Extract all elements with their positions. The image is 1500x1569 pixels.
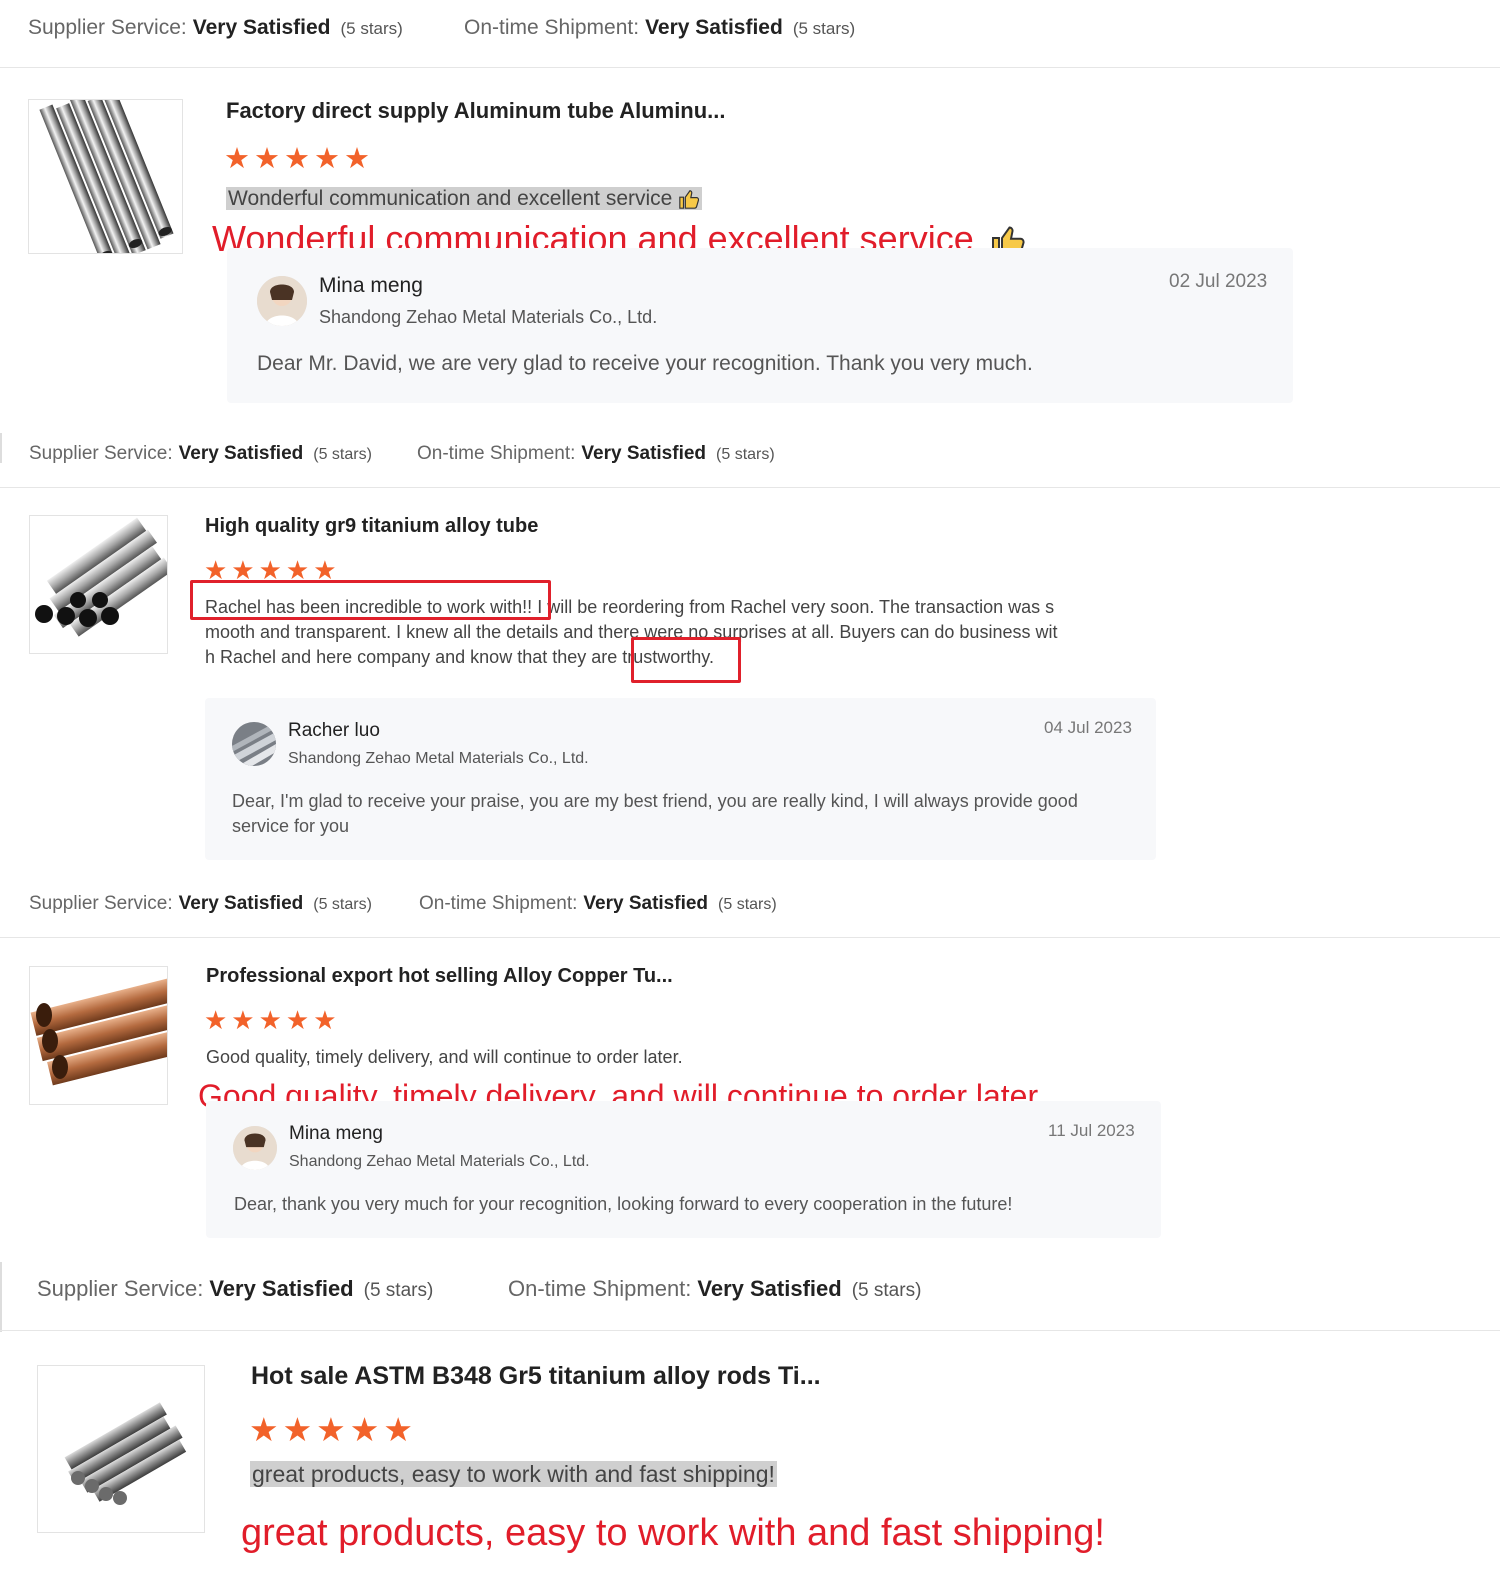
review-text: Good quality, timely delivery, and will … — [206, 1047, 683, 1067]
reply-company[interactable]: Shandong Zehao Metal Materials Co., Ltd. — [319, 307, 657, 328]
supplier-service-stars: (5 stars) — [363, 1280, 434, 1301]
review-text: Rachel has been incredible to work with!… — [205, 597, 1058, 667]
supplier-service-value: Very Satisfied — [209, 1276, 354, 1301]
product-title[interactable]: Hot sale ASTM B348 Gr5 titanium alloy ro… — [251, 1362, 821, 1391]
ontime-shipment-value: Very Satisfied — [581, 443, 707, 464]
supplier-service-stars: (5 stars) — [313, 446, 372, 463]
product-title[interactable]: Factory direct supply Aluminum tube Alum… — [226, 98, 726, 124]
reply-company[interactable]: Shandong Zehao Metal Materials Co., Ltd. — [288, 750, 589, 768]
rating-bar: Supplier Service: Very Satisfied (5 stars)… — [0, 16, 1500, 46]
titanium-tubes-image — [35, 517, 167, 637]
seller-reply: Mina meng Shandong Zehao Metal Materials… — [206, 1101, 1161, 1238]
star-rating: ★★★★★ — [249, 1411, 417, 1448]
supplier-service-stars: (5 stars) — [340, 19, 403, 38]
divider — [0, 1330, 1500, 1331]
product-thumbnail[interactable] — [29, 966, 168, 1105]
ontime-shipment-label: On-time Shipment: — [464, 16, 640, 39]
star-rating: ★★★★★ — [224, 143, 374, 175]
rating-bar: Supplier Service: Very Satisfied (5 stars)… — [0, 893, 1500, 921]
review-text: Wonderful communication and excellent se… — [226, 187, 703, 211]
ontime-shipment-value: Very Satisfied — [645, 16, 783, 39]
review-trustworthy-highlight: trustworthy. — [622, 647, 714, 667]
reply-date: 02 Jul 2023 — [1169, 271, 1268, 292]
ontime-shipment-label: On-time Shipment: — [419, 893, 578, 914]
ontime-shipment-label: On-time Shipment: — [508, 1276, 692, 1301]
ontime-shipment-value: Very Satisfied — [583, 893, 709, 914]
ontime-shipment-stars: (5 stars) — [792, 19, 856, 38]
avatar — [232, 722, 276, 766]
supplier-service-label: Supplier Service: — [37, 1276, 204, 1301]
seller-reply: Mina meng Shandong Zehao Metal Materials… — [227, 248, 1293, 403]
supplier-service-value: Very Satisfied — [178, 443, 304, 464]
supplier-service-stars: (5 stars) — [313, 896, 372, 913]
ontime-shipment-stars: (5 stars) — [718, 896, 777, 913]
review-quote-highlight: Rachel has been incredible to work with!… — [205, 597, 533, 617]
star-rating: ★★★★★ — [204, 555, 341, 585]
supplier-service-label: Supplier Service: — [28, 16, 187, 39]
divider — [0, 487, 1500, 488]
rating-bar: Supplier Service: Very Satisfied (5 stars)… — [0, 1276, 1500, 1306]
ontime-shipment-stars: (5 stars) — [851, 1280, 922, 1301]
aluminum-tubes-image — [39, 100, 174, 253]
divider — [0, 67, 1500, 68]
supplier-service-label: Supplier Service: — [29, 893, 173, 914]
product-title[interactable]: Professional export hot selling Alloy Co… — [206, 965, 673, 988]
star-rating: ★★★★★ — [204, 1005, 341, 1035]
reply-date: 04 Jul 2023 — [1044, 718, 1132, 737]
ontime-shipment-value: Very Satisfied — [697, 1276, 842, 1301]
ontime-shipment-label: On-time Shipment: — [417, 443, 576, 464]
reply-text: Dear, I'm glad to receive your praise, y… — [232, 791, 1078, 836]
product-thumbnail[interactable] — [37, 1365, 205, 1533]
review-text: great products, easy to work with and fa… — [250, 1461, 777, 1487]
reply-author-name: Racher luo — [288, 720, 380, 741]
product-thumbnail[interactable] — [29, 515, 168, 654]
review-overlay-caption: great products, easy to work with and fa… — [241, 1512, 1105, 1554]
divider — [0, 937, 1500, 938]
thumbs-up-icon — [679, 190, 700, 210]
supplier-service-label: Supplier Service: — [29, 443, 173, 464]
supplier-service-value: Very Satisfied — [192, 16, 331, 39]
titanium-rods-image — [64, 1402, 187, 1505]
rating-bar: Supplier Service: Very Satisfied (5 stars)… — [0, 443, 1500, 471]
reply-author-name: Mina meng — [289, 1123, 383, 1144]
product-title[interactable]: High quality gr9 titanium alloy tube — [205, 515, 538, 538]
reply-text: Dear Mr. David, we are very glad to rece… — [257, 352, 1033, 375]
product-thumbnail[interactable] — [28, 99, 183, 254]
ontime-shipment-stars: (5 stars) — [716, 446, 775, 463]
reply-date: 11 Jul 2023 — [1048, 1121, 1135, 1140]
reply-text: Dear, thank you very much for your recog… — [234, 1194, 1013, 1214]
seller-reply: Racher luo Shandong Zehao Metal Material… — [205, 698, 1156, 860]
avatar — [257, 276, 307, 326]
reply-company[interactable]: Shandong Zehao Metal Materials Co., Ltd. — [289, 1153, 590, 1171]
supplier-service-value: Very Satisfied — [178, 893, 304, 914]
reply-author-name: Mina meng — [319, 274, 423, 297]
avatar — [233, 1126, 277, 1170]
copper-tubes-image — [30, 976, 167, 1086]
